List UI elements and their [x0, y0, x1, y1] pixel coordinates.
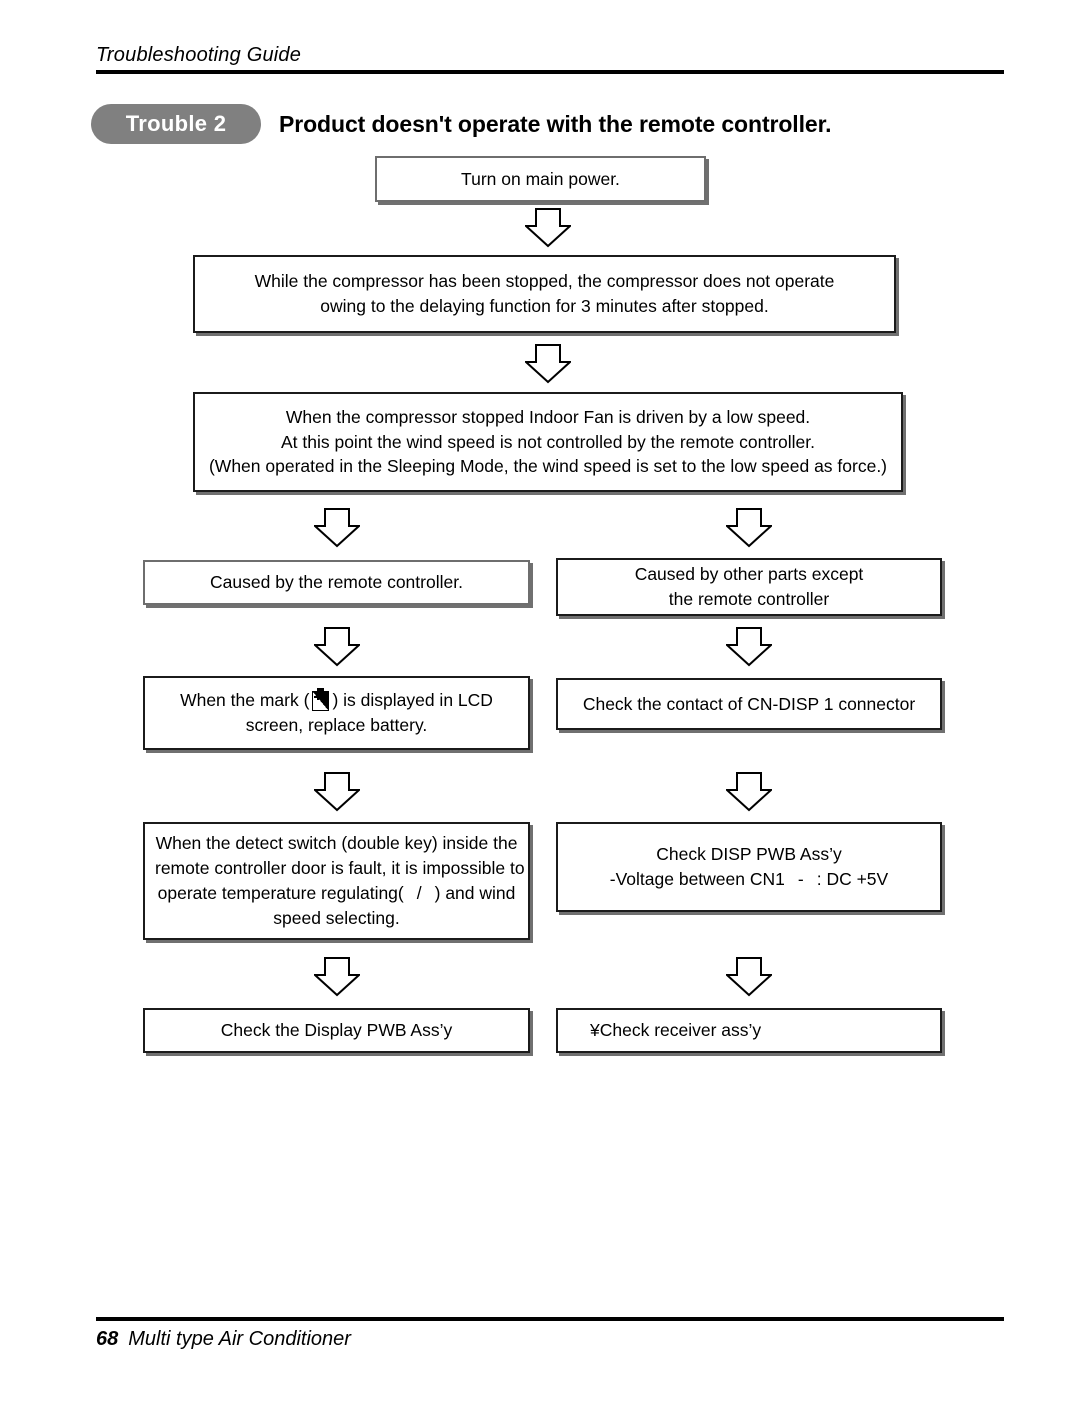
flow-box-indoor-fan-low-speed: When the compressor stopped Indoor Fan i…: [193, 392, 903, 492]
flow-text: owing to the delaying function for 3 min…: [320, 296, 769, 316]
flow-text: /: [416, 883, 422, 903]
footer-divider: [96, 1317, 1004, 1321]
flow-box-caused-by-remote: Caused by the remote controller.: [143, 560, 530, 605]
flow-box-detect-switch-fault: When the detect switch (double key) insi…: [143, 822, 530, 940]
flow-arrow-down-2: [525, 344, 571, 384]
flow-text: -Voltage between CN1: [609, 869, 785, 889]
flow-text: : DC +5V: [816, 869, 889, 889]
battery-low-icon: [312, 688, 330, 712]
flow-text: Check the Display PWB Ass’y: [220, 1020, 453, 1041]
flow-arrow-branch-left: [314, 508, 360, 548]
header-guide-title: Troubleshooting Guide: [96, 44, 302, 66]
flow-text: remote controller door is fault, it is i…: [155, 858, 525, 879]
flow-text: ) and wind: [434, 883, 516, 903]
flow-arrow-right-4: [726, 957, 772, 997]
trouble-badge: Trouble 2: [91, 104, 261, 144]
flow-text: Caused by the remote controller.: [210, 572, 463, 593]
flow-text: When the detect switch (double key) insi…: [155, 833, 518, 854]
trouble-title-row: Trouble 2 Product doesn't operate with t…: [91, 104, 1004, 144]
flow-text: -: [797, 869, 804, 889]
flow-text-with-icon: When the mark ( ) is displayed in LCD: [155, 688, 518, 713]
page: Troubleshooting Guide Trouble 2 Product …: [0, 0, 1080, 1405]
page-header: Troubleshooting Guide: [96, 44, 1004, 74]
flow-text: speed selecting.: [273, 907, 400, 928]
flow-arrow-down-1: [525, 208, 571, 248]
flow-arrow-right-3: [726, 772, 772, 812]
flow-text: When the mark (: [180, 690, 310, 711]
flow-text: Check the contact of CN-DISP 1 connector: [582, 693, 916, 714]
flow-box-check-receiver-assy: ¥Check receiver ass’y: [556, 1008, 942, 1053]
flow-box-compressor-delay: While the compressor has been stopped, t…: [193, 255, 896, 333]
flow-text: Turn on main power.: [461, 168, 620, 189]
footer-product-name: Multi type Air Conditioner: [128, 1328, 351, 1350]
flow-arrow-left-2: [314, 627, 360, 667]
page-title: Product doesn't operate with the remote …: [279, 110, 832, 137]
flow-text: Caused by other parts except: [634, 564, 864, 585]
flow-box-check-display-pwb: Check the Display PWB Ass’y: [143, 1008, 530, 1053]
page-footer: 68 Multi type Air Conditioner: [96, 1317, 1004, 1351]
flow-text: operate temperature regulating(: [157, 883, 404, 903]
flow-box-caused-by-other-parts: Caused by other parts except the remote …: [556, 558, 942, 616]
flow-text: At this point the wind speed is not cont…: [280, 431, 816, 452]
flow-text: the remote controller: [668, 589, 830, 609]
flow-arrow-left-4: [314, 957, 360, 997]
flow-box-replace-battery: When the mark ( ) is displayed in LCD scr…: [143, 676, 530, 750]
flow-arrow-branch-right: [726, 508, 772, 548]
flow-text: When the compressor stopped Indoor Fan i…: [285, 406, 811, 427]
flow-text: ) is displayed in LCD: [332, 690, 493, 711]
flow-box-check-cn-disp-connector: Check the contact of CN-DISP 1 connector: [556, 678, 942, 730]
flow-text-temperature-keys: operate temperature regulating( / ) and wi…: [155, 881, 518, 906]
footer-page-number: 68: [96, 1328, 119, 1350]
flow-box-turn-on-power: Turn on main power.: [375, 156, 706, 202]
flow-box-check-disp-pwb-voltage: Check DISP PWB Ass’y -Voltage between CN…: [556, 822, 942, 912]
flow-text: Check DISP PWB Ass’y: [656, 844, 842, 865]
footer-label: 68 Multi type Air Conditioner: [96, 1328, 1004, 1351]
flow-text: ¥Check receiver ass’y: [590, 1020, 762, 1041]
flow-text: screen, replace battery.: [245, 715, 428, 735]
flow-text-voltage: -Voltage between CN1-: DC +5V: [568, 867, 930, 892]
flow-arrow-right-2: [726, 627, 772, 667]
header-divider: [96, 70, 1004, 74]
flow-text: (When operated in the Sleeping Mode, the…: [208, 456, 888, 477]
flow-arrow-left-3: [314, 772, 360, 812]
flow-text: While the compressor has been stopped, t…: [254, 271, 835, 292]
